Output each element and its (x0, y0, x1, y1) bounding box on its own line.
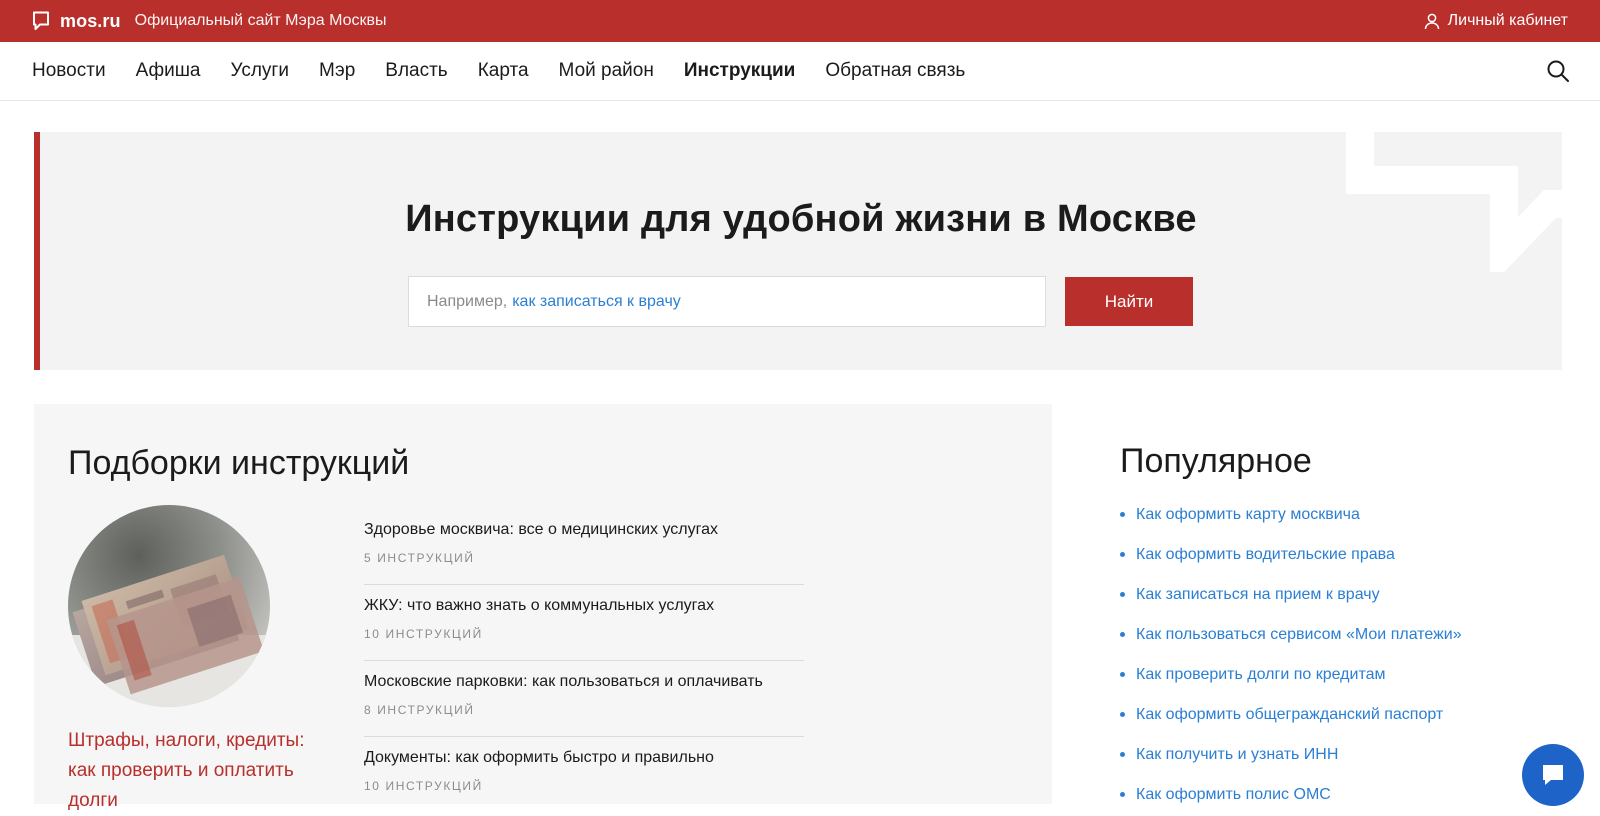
search-button[interactable]: Найти (1065, 277, 1193, 326)
nav-item-feedback[interactable]: Обратная связь (825, 60, 965, 82)
collection-name[interactable]: Здоровье москвича: все о медицинских усл… (364, 521, 804, 539)
popular-link[interactable]: Как оформить карту москвича (1120, 495, 1580, 535)
hero-title: Инструкции для удобной жизни в Москве (405, 198, 1197, 240)
popular-link[interactable]: Как оформить общегражданский паспорт (1120, 695, 1580, 735)
site-logo-link[interactable]: mos.ru Официальный сайт Мэра Москвы (32, 11, 387, 32)
money-banknotes-photo (68, 505, 270, 707)
popular-link[interactable]: Как оформить водительские права (1120, 535, 1580, 575)
collection-count: 10 ИНСТРУКЦИЙ (364, 779, 483, 793)
nav-item-afisha[interactable]: Афиша (136, 60, 201, 82)
nav-item-map[interactable]: Карта (478, 60, 529, 82)
search-icon[interactable] (1546, 59, 1570, 83)
collection-name[interactable]: Документы: как оформить быстро и правиль… (364, 749, 804, 767)
nav-item-news[interactable]: Новости (32, 60, 106, 82)
site-tagline: Официальный сайт Мэра Москвы (134, 12, 387, 29)
top-bar: mos.ru Официальный сайт Мэра Москвы Личн… (0, 0, 1600, 42)
popular-link[interactable]: Как записаться на прием к врачу (1120, 575, 1580, 615)
featured-collection-link[interactable]: Штрафы, налоги, кредиты: как проверить и… (68, 726, 328, 816)
popular-link[interactable]: Как пользоваться сервисом «Мои платежи» (1120, 615, 1580, 655)
collection-list: Здоровье москвича: все о медицинских усл… (364, 509, 804, 813)
popular-link[interactable]: Как получить и узнать ИНН (1120, 735, 1580, 775)
search-example-link[interactable]: как записаться к врачу (512, 293, 681, 311)
popular-title: Популярное (1120, 442, 1312, 480)
list-item[interactable]: Здоровье москвича: все о медицинских усл… (364, 509, 804, 585)
collection-name[interactable]: Московские парковки: как пользоваться и … (364, 673, 804, 691)
instructions-search-input[interactable]: Например, как записаться к врачу (408, 276, 1046, 327)
popular-list: Как оформить карту москвича Как оформить… (1120, 495, 1580, 815)
personal-account-label: Личный кабинет (1447, 12, 1568, 29)
popular-link[interactable]: Как проверить долги по кредитам (1120, 655, 1580, 695)
nav-item-government[interactable]: Власть (385, 60, 447, 82)
user-icon (1424, 13, 1439, 29)
collection-count: 10 ИНСТРУКЦИЙ (364, 627, 483, 641)
mos-logo-icon (33, 11, 49, 30)
featured-collection-image[interactable] (68, 505, 270, 707)
nav-item-instructions[interactable]: Инструкции (684, 60, 795, 82)
nav-item-mayor[interactable]: Мэр (319, 60, 355, 82)
personal-account-link[interactable]: Личный кабинет (1424, 12, 1568, 30)
collections-panel: Подборки инструкций Штрафы, налоги, кред… (34, 404, 1052, 811)
nav-item-services[interactable]: Услуги (231, 60, 289, 82)
popular-section: Популярное Как оформить карту москвича К… (1120, 404, 1580, 815)
list-item[interactable]: ЖКУ: что важно знать о коммунальных услу… (364, 585, 804, 661)
collection-count: 8 ИНСТРУКЦИЙ (364, 703, 475, 717)
popular-link[interactable]: Как оформить полис ОМС (1120, 775, 1580, 815)
search-placeholder-prefix: Например, (427, 292, 508, 310)
nav-item-my-district[interactable]: Мой район (559, 60, 654, 82)
hero-banner: Инструкции для удобной жизни в Москве На… (34, 132, 1562, 370)
collection-name[interactable]: ЖКУ: что важно знать о коммунальных услу… (364, 597, 804, 615)
brand-name: mos.ru (60, 10, 121, 31)
chat-icon (1543, 765, 1563, 785)
list-item[interactable]: Документы: как оформить быстро и правиль… (364, 737, 804, 813)
list-item[interactable]: Московские парковки: как пользоваться и … (364, 661, 804, 737)
collections-title: Подборки инструкций (68, 444, 410, 482)
collection-count: 5 ИНСТРУКЦИЙ (364, 551, 475, 565)
chat-button[interactable] (1522, 744, 1584, 806)
main-nav: Новости Афиша Услуги Мэр Власть Карта Мо… (0, 42, 1600, 101)
